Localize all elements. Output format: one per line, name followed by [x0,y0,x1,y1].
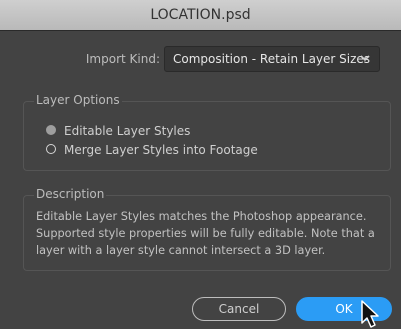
import-kind-label: Import Kind: [85,52,160,66]
chevron-down-icon [360,55,370,62]
description-group: Description Editable Layer Styles matche… [23,187,391,271]
radio-label: Merge Layer Styles into Footage [64,143,258,157]
import-kind-row: Import Kind: Composition - Retain Layer … [0,46,401,72]
description-title: Description [34,187,107,201]
description-text: Editable Layer Styles matches the Photos… [36,210,375,257]
import-dialog: LOCATION.psd Import Kind: Composition - … [0,0,401,329]
layer-options-title: Layer Options [34,93,122,107]
layer-options-group: Layer Options Editable Layer Styles Merg… [23,93,391,171]
cursor-icon [361,300,379,328]
radio-selected-icon [46,125,56,135]
import-kind-dropdown[interactable]: Composition - Retain Layer Sizes [164,46,380,72]
cancel-button[interactable]: Cancel [192,297,286,321]
import-kind-value: Composition - Retain Layer Sizes [173,52,371,66]
dialog-title: LOCATION.psd [0,0,401,31]
radio-unselected-icon [46,144,56,154]
radio-label: Editable Layer Styles [64,124,191,138]
